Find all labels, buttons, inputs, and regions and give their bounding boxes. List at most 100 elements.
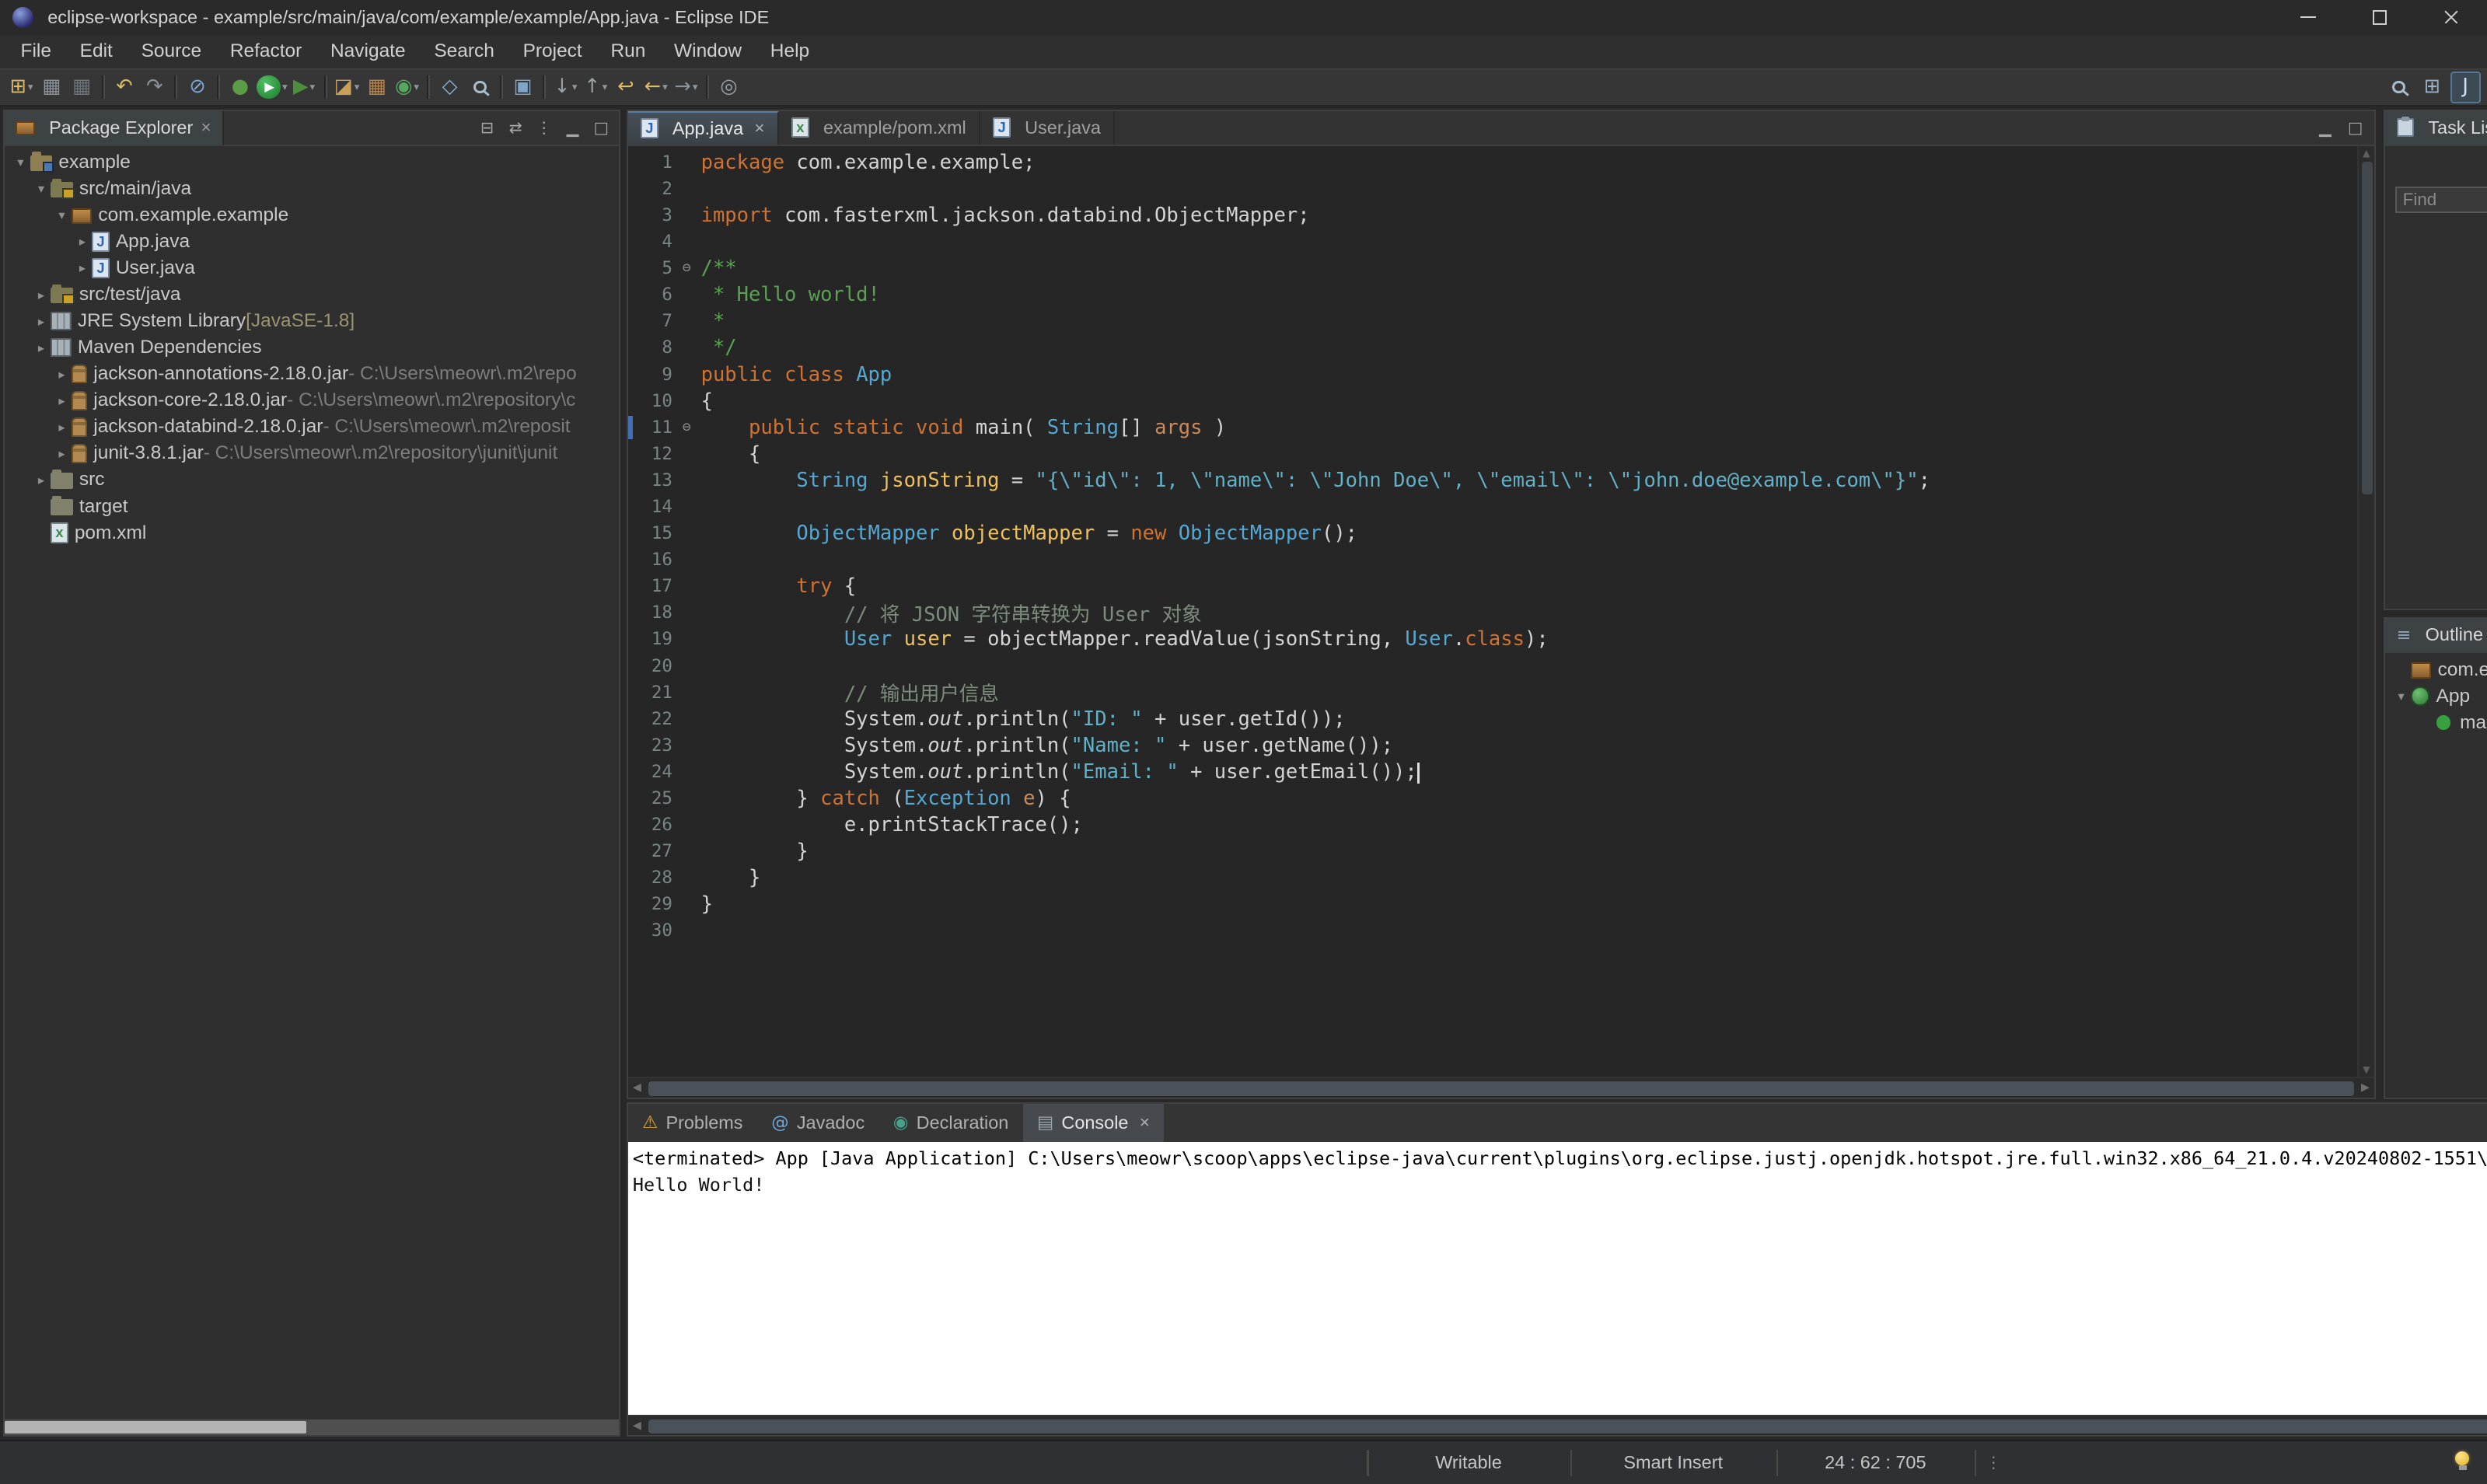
minimize-button[interactable]: ▁: [560, 115, 585, 141]
open-type-button[interactable]: ◇: [435, 72, 465, 103]
pin-editor-button[interactable]: ◎: [714, 72, 744, 103]
save-all-button[interactable]: ▦: [67, 72, 97, 103]
scroll-left-icon[interactable]: ◀: [633, 1416, 641, 1435]
scroll-right-icon[interactable]: ▶: [2361, 1078, 2370, 1097]
redo-button[interactable]: ↷: [139, 72, 169, 103]
menu-run[interactable]: Run: [596, 35, 660, 68]
tree-item-pom-xml[interactable]: x pom.xml: [5, 520, 619, 546]
hscroll-thumb[interactable]: [648, 1081, 2354, 1096]
minimize-editor-button[interactable]: ▁: [2313, 115, 2339, 141]
expanded-arrow-icon[interactable]: ▾: [11, 155, 30, 169]
console-output-area[interactable]: <terminated> App [Java Application] C:\U…: [627, 1141, 2487, 1415]
next-annotation-button[interactable]: ↓ ▾: [550, 72, 581, 103]
statusbar-overflow-icon[interactable]: ⋮: [1986, 1441, 2001, 1484]
menu-file[interactable]: File: [6, 35, 65, 68]
vscroll-thumb[interactable]: [2361, 162, 2373, 495]
debug-button[interactable]: ●: [225, 72, 256, 103]
tree-item-jackson-core-2-18-0-jar[interactable]: ▸ jackson-core-2.18.0.jar - C:\Users\meow…: [5, 387, 619, 414]
package-explorer-hscrollbar[interactable]: [5, 1419, 619, 1436]
tree-item-jackson-annotations-2-18-0-jar[interactable]: ▸ jackson-annotations-2.18.0.jar - C:\Use…: [5, 361, 619, 387]
task-list-view-tab[interactable]: Task List ×: [2385, 110, 2487, 145]
forward-button[interactable]: → ▾: [671, 72, 701, 103]
tree-item-com-example-example[interactable]: ▾ com.example.example: [5, 202, 619, 229]
view-menu-button[interactable]: ⋮: [532, 115, 557, 141]
editor-hscrollbar[interactable]: ◀ ▶: [627, 1077, 2375, 1098]
collapse-all-button[interactable]: ⊟: [474, 115, 500, 141]
collapsed-arrow-icon[interactable]: ▸: [52, 446, 71, 461]
editor-vscrollbar[interactable]: ▲ ▼: [2356, 145, 2375, 1077]
link-with-editor-button[interactable]: ⇄: [503, 115, 529, 141]
collapsed-arrow-icon[interactable]: ▸: [52, 367, 71, 382]
view-tab-declaration[interactable]: ◉ Declaration: [879, 1104, 1023, 1142]
save-button[interactable]: ▦: [37, 72, 67, 103]
close-tab-icon[interactable]: ×: [754, 118, 764, 138]
collapsed-arrow-icon[interactable]: ▸: [32, 473, 51, 487]
collapsed-arrow-icon[interactable]: ▸: [52, 393, 71, 408]
outline-item-com-example-example[interactable]: com.example.example: [2385, 656, 2487, 683]
run-button[interactable]: ▶ ▾: [255, 72, 288, 103]
tree-item-example[interactable]: ▾ example: [5, 149, 619, 176]
package-explorer-view-tab[interactable]: Package Explorer ×: [5, 110, 224, 145]
back-button[interactable]: ← ▾: [641, 72, 671, 103]
scroll-up-icon[interactable]: ▲: [2359, 148, 2374, 159]
menu-window[interactable]: Window: [660, 35, 756, 68]
maximize-editor-button[interactable]: □: [2342, 115, 2368, 141]
new-button[interactable]: ⊞ ▾: [6, 72, 37, 103]
expanded-arrow-icon[interactable]: ▾: [2391, 689, 2410, 704]
menu-edit[interactable]: Edit: [65, 35, 127, 68]
hscroll-thumb[interactable]: [648, 1419, 2487, 1434]
outline-item-app[interactable]: ▾ App: [2385, 683, 2486, 710]
menu-refactor[interactable]: Refactor: [215, 35, 316, 68]
tree-item-src-test-java[interactable]: ▸ src/test/java: [5, 281, 619, 308]
view-tab-problems[interactable]: ⚠ Problems: [628, 1104, 757, 1142]
tree-item-junit-3-8-1-jar[interactable]: ▸ junit-3.8.1.jar - C:\Users\meowr\.m2\re…: [5, 440, 619, 466]
package-explorer-tree[interactable]: ▾ example ▾ src/main/java ▾ com.example.examp…: [5, 146, 619, 1419]
undo-button[interactable]: ↶: [110, 72, 140, 103]
expanded-arrow-icon[interactable]: ▾: [52, 208, 71, 222]
collapsed-arrow-icon[interactable]: ▸: [32, 340, 51, 355]
menu-source[interactable]: Source: [127, 35, 215, 68]
minimize-window-button[interactable]: [2272, 0, 2344, 35]
collapsed-arrow-icon[interactable]: ▸: [32, 314, 51, 329]
tree-item-target[interactable]: target: [5, 494, 619, 520]
tree-item-jre-system-library[interactable]: ▸ JRE System Library [JavaSE-1.8]: [5, 308, 619, 334]
menu-help[interactable]: Help: [756, 35, 823, 68]
new-java-class-button[interactable]: ◉ ▾: [392, 72, 422, 103]
close-view-icon[interactable]: ×: [201, 117, 211, 138]
java-perspective-button[interactable]: J: [2450, 71, 2481, 103]
collapsed-arrow-icon[interactable]: ▸: [52, 420, 71, 435]
new-java-package-button[interactable]: ▦: [362, 72, 392, 103]
search-button[interactable]: [2384, 72, 2414, 103]
menu-navigate[interactable]: Navigate: [316, 35, 420, 68]
new-java-project-button[interactable]: ◪ ▾: [332, 72, 362, 103]
expanded-arrow-icon[interactable]: ▾: [32, 181, 51, 196]
open-task-button[interactable]: ▣: [508, 72, 538, 103]
last-edit-location-button[interactable]: ↩: [611, 72, 641, 103]
skip-all-breakpoints-button[interactable]: ⊘: [183, 72, 213, 103]
menu-search[interactable]: Search: [420, 35, 508, 68]
outline-tree[interactable]: com.example.example ▾ App main(String[]) : …: [2385, 653, 2487, 1097]
menu-project[interactable]: Project: [508, 35, 596, 68]
open-perspective-button[interactable]: ⊞: [2417, 72, 2447, 103]
notification-lightbulb-icon[interactable]: [2454, 1451, 2471, 1474]
editor-tab-app-java[interactable]: J App.java ×: [627, 110, 779, 145]
hscroll-thumb[interactable]: [5, 1420, 306, 1434]
task-list-body[interactable]: [2385, 218, 2486, 609]
previous-annotation-button[interactable]: ↑ ▾: [581, 72, 611, 103]
tree-item-src-main-java[interactable]: ▾ src/main/java: [5, 176, 619, 202]
run-external-tools-button[interactable]: ▶ ▾: [289, 72, 320, 103]
close-tab-icon[interactable]: ×: [1140, 1112, 1150, 1133]
editor-tab-user-java[interactable]: J User.java: [980, 110, 1116, 145]
outline-view-tab[interactable]: ≡ Outline ×: [2385, 618, 2487, 653]
tree-item-maven-dependencies[interactable]: ▸ Maven Dependencies: [5, 334, 619, 361]
editor-code-area[interactable]: 1 package com.example.example; 2 3 import co…: [627, 146, 2357, 1077]
view-tab-javadoc[interactable]: @ Javadoc: [757, 1104, 879, 1142]
tree-item-src[interactable]: ▸ src: [5, 466, 619, 493]
task-find-input[interactable]: [2394, 186, 2487, 214]
collapsed-arrow-icon[interactable]: ▸: [32, 288, 51, 302]
scroll-left-icon[interactable]: ◀: [633, 1078, 641, 1097]
editor-tab-pom-xml[interactable]: x example/pom.xml: [779, 110, 981, 145]
maximize-button[interactable]: □: [589, 115, 614, 141]
outline-item-main-string-void[interactable]: main(String[]) : void: [2385, 710, 2487, 736]
scroll-down-icon[interactable]: ▼: [2359, 1064, 2374, 1075]
